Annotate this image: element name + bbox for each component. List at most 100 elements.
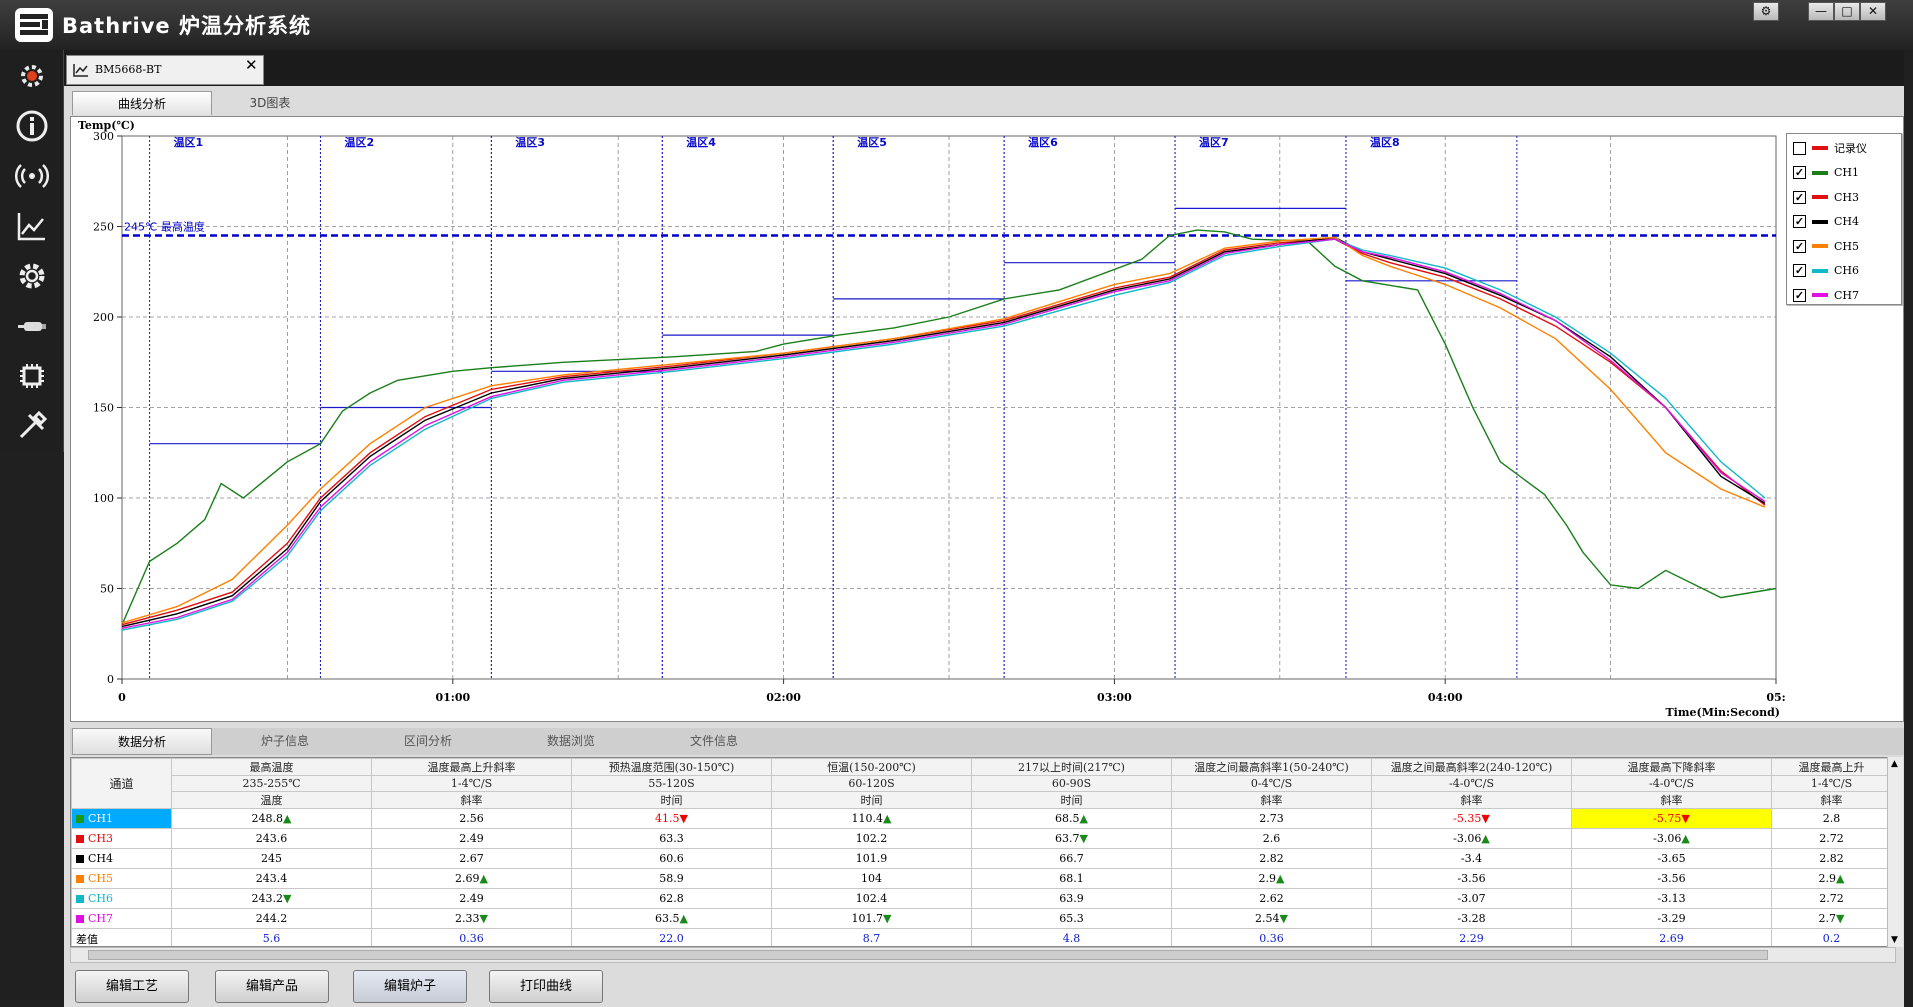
- sidebar-item-furnace[interactable]: [0, 52, 64, 100]
- legend-checkbox[interactable]: ✓: [1793, 215, 1806, 228]
- document-tab[interactable]: BM5668-BT: [66, 55, 264, 85]
- sidebar-item-wireless[interactable]: [0, 152, 64, 200]
- legend-checkbox[interactable]: [1793, 141, 1806, 155]
- table-cell[interactable]: 2.67: [371, 848, 572, 869]
- sidebar-item-probe[interactable]: [0, 302, 64, 350]
- edit-process-button[interactable]: 编辑工艺: [75, 970, 189, 1003]
- table-cell[interactable]: 60.6: [571, 848, 772, 869]
- table-cell[interactable]: -3.06▲: [1371, 828, 1572, 849]
- table-cell[interactable]: 2.49: [371, 888, 572, 909]
- legend-item[interactable]: ✓ CH5: [1793, 236, 1859, 256]
- table-cell[interactable]: 58.9: [571, 868, 772, 889]
- tab-data-analysis[interactable]: 数据分析: [72, 728, 212, 755]
- maximize-button[interactable]: □: [1834, 2, 1860, 21]
- table-cell[interactable]: -3.56: [1371, 868, 1572, 889]
- table-cell[interactable]: -5.75▼: [1571, 808, 1772, 829]
- table-cell[interactable]: 102.2: [771, 828, 972, 849]
- table-row[interactable]: CH6 243.2▼ 2.49 62.8 102.4 63.9 2.62 -3.07 -3.13…: [71, 888, 1892, 909]
- table-cell[interactable]: 2.7▼: [1771, 908, 1892, 929]
- settings-window-button[interactable]: ⚙: [1753, 2, 1779, 21]
- temperature-chart[interactable]: 0501001502002503000 01:00 02:00 03:00 04:00 0…: [70, 116, 1904, 722]
- table-cell[interactable]: 68.1: [971, 868, 1172, 889]
- legend-item[interactable]: ✓ CH3: [1793, 187, 1859, 207]
- table-cell[interactable]: 243.2▼: [171, 888, 372, 909]
- legend-checkbox[interactable]: ✓: [1793, 288, 1806, 302]
- table-cell[interactable]: 2.72: [1771, 828, 1892, 849]
- table-row[interactable]: CH7 244.2 2.33▼ 63.5▲ 101.7▼ 65.3 2.54▼ -3.28 -3…: [71, 908, 1892, 929]
- table-cell[interactable]: -3.07: [1371, 888, 1572, 909]
- table-row[interactable]: CH3 243.6 2.49 63.3 102.2 63.7▼ 2.6 -3.06▲ -3.06…: [71, 828, 1892, 849]
- table-cell[interactable]: 2.8: [1771, 808, 1892, 829]
- table-cell[interactable]: 244.2: [171, 908, 372, 929]
- print-curve-button[interactable]: 打印曲线: [489, 970, 603, 1003]
- table-cell[interactable]: -3.29: [1571, 908, 1772, 929]
- table-cell[interactable]: 110.4▲: [771, 808, 972, 829]
- edit-product-button[interactable]: 编辑产品: [215, 970, 329, 1003]
- table-cell[interactable]: 101.9: [771, 848, 972, 869]
- close-tab-icon[interactable]: ✕: [245, 56, 258, 74]
- channel-cell[interactable]: CH5: [71, 868, 172, 889]
- table-cell[interactable]: 63.9: [971, 888, 1172, 909]
- legend-item[interactable]: ✓ CH1: [1793, 163, 1859, 183]
- table-cell[interactable]: 63.3: [571, 828, 772, 849]
- sidebar-item-chart[interactable]: [0, 202, 64, 250]
- table-cell[interactable]: 2.9▲: [1771, 868, 1892, 889]
- table-vertical-scrollbar[interactable]: ▲ ▼: [1887, 757, 1903, 947]
- legend-item[interactable]: ✓ CH7: [1793, 285, 1859, 305]
- legend-item[interactable]: 记录仪: [1793, 138, 1867, 158]
- sidebar-item-chip[interactable]: [0, 352, 64, 400]
- table-row[interactable]: CH5 243.4 2.69▲ 58.9 104 68.1 2.9▲ -3.56 -3.56 2.…: [71, 868, 1892, 889]
- tab-interval-analysis[interactable]: 区间分析: [358, 728, 498, 755]
- tab-data-browse[interactable]: 数据浏览: [501, 728, 641, 755]
- legend-checkbox[interactable]: ✓: [1793, 264, 1806, 277]
- table-row[interactable]: CH1 248.8▲ 2.56 41.5▼ 110.4▲ 68.5▲ 2.73 -5.35▼ -…: [71, 808, 1892, 829]
- table-cell[interactable]: 65.3: [971, 908, 1172, 929]
- table-cell[interactable]: -5.35▼: [1371, 808, 1572, 829]
- channel-cell[interactable]: CH7: [71, 908, 172, 929]
- legend-item[interactable]: ✓ CH4: [1793, 212, 1859, 232]
- legend-item[interactable]: ✓ CH6: [1793, 261, 1859, 281]
- tab-3d-chart[interactable]: 3D图表: [214, 91, 326, 115]
- sidebar-item-tools[interactable]: [0, 402, 64, 450]
- table-horizontal-scroll-thumb[interactable]: [88, 950, 1768, 960]
- legend-checkbox[interactable]: ✓: [1793, 190, 1806, 204]
- tab-curve-analysis[interactable]: 曲线分析: [72, 91, 212, 115]
- table-cell[interactable]: 243.6: [171, 828, 372, 849]
- table-cell[interactable]: 2.69▲: [371, 868, 572, 889]
- table-cell[interactable]: 2.56: [371, 808, 572, 829]
- table-cell[interactable]: 2.54▼: [1171, 908, 1372, 929]
- table-cell[interactable]: 2.9▲: [1171, 868, 1372, 889]
- channel-cell[interactable]: CH3: [71, 828, 172, 849]
- table-cell[interactable]: 104: [771, 868, 972, 889]
- table-cell[interactable]: 2.6: [1171, 828, 1372, 849]
- table-row[interactable]: CH4 245 2.67 60.6 101.9 66.7 2.82 -3.4 -3.65 2.82: [71, 848, 1892, 869]
- table-cell[interactable]: -3.28: [1371, 908, 1572, 929]
- tab-file-info[interactable]: 文件信息: [644, 728, 784, 755]
- table-cell[interactable]: 2.82: [1171, 848, 1372, 869]
- close-window-button[interactable]: ✕: [1860, 2, 1886, 21]
- table-cell[interactable]: 2.62: [1171, 888, 1372, 909]
- table-cell[interactable]: 2.49: [371, 828, 572, 849]
- sidebar-item-info[interactable]: [0, 102, 64, 150]
- table-cell[interactable]: 248.8▲: [171, 808, 372, 829]
- table-cell[interactable]: 2.82: [1771, 848, 1892, 869]
- table-cell[interactable]: 68.5▲: [971, 808, 1172, 829]
- minimize-button[interactable]: —: [1808, 2, 1834, 21]
- table-cell[interactable]: -3.56: [1571, 868, 1772, 889]
- legend-checkbox[interactable]: ✓: [1793, 239, 1806, 253]
- table-cell[interactable]: 245: [171, 848, 372, 869]
- legend-checkbox[interactable]: ✓: [1793, 166, 1806, 179]
- channel-cell[interactable]: CH4: [71, 848, 172, 869]
- table-cell[interactable]: -3.06▲: [1571, 828, 1772, 849]
- table-cell[interactable]: 63.7▼: [971, 828, 1172, 849]
- table-cell[interactable]: 63.5▲: [571, 908, 772, 929]
- table-cell[interactable]: -3.13: [1571, 888, 1772, 909]
- channel-cell[interactable]: CH1: [71, 808, 172, 829]
- table-cell[interactable]: 66.7: [971, 848, 1172, 869]
- tab-furnace-info[interactable]: 炉子信息: [215, 728, 355, 755]
- table-cell[interactable]: 2.33▼: [371, 908, 572, 929]
- scroll-down-arrow-icon[interactable]: ▼: [1891, 935, 1898, 945]
- table-cell[interactable]: 41.5▼: [571, 808, 772, 829]
- scroll-up-arrow-icon[interactable]: ▲: [1891, 759, 1898, 769]
- edit-furnace-button[interactable]: 编辑炉子: [353, 970, 467, 1003]
